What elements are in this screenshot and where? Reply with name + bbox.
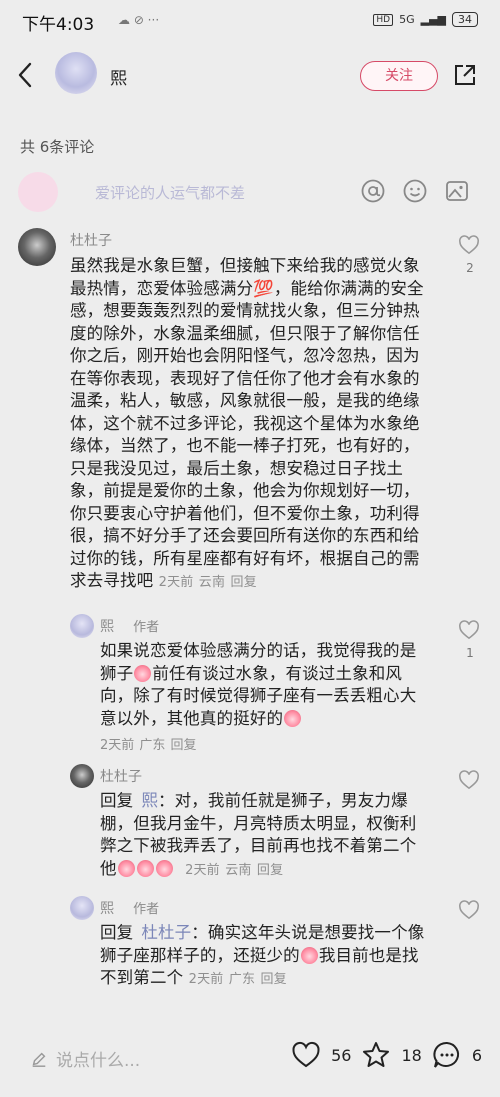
reply-like[interactable] <box>458 900 482 924</box>
mention-link[interactable]: 熙 <box>141 791 158 810</box>
comment-count: 共 6条评论 <box>20 138 95 156</box>
reply-username[interactable]: 熙 <box>100 619 114 635</box>
status-indicators: HD 5G ▂▄▆ 34 <box>373 12 478 27</box>
hd-icon: HD <box>373 13 394 26</box>
mention-link[interactable]: 杜杜子 <box>141 923 191 942</box>
my-avatar <box>18 172 58 212</box>
reply-header: 熙 作者 <box>100 898 159 918</box>
input-actions <box>360 178 470 204</box>
follow-button[interactable]: 关注 <box>360 61 438 91</box>
cry-laugh-emoji-icon <box>134 664 152 682</box>
author-tag: 作者 <box>133 902 160 917</box>
comment-count-bottom: 6 <box>471 1045 482 1065</box>
status-notification-icons: ☁ ⊘ ··· <box>118 13 160 27</box>
reply-link[interactable]: 回复 <box>231 575 257 590</box>
bottom-comment-input[interactable]: 说点什么... <box>30 1046 140 1071</box>
image-icon[interactable] <box>444 178 470 204</box>
reply-meta: 2天前 广东 回复 <box>100 738 197 753</box>
like-count: 1 <box>466 646 474 660</box>
star-icon[interactable] <box>361 1040 391 1070</box>
comment-avatar[interactable] <box>18 228 56 266</box>
comment-bubble-icon[interactable] <box>432 1040 462 1070</box>
reply-like[interactable]: 1 <box>458 620 482 660</box>
comment-like[interactable]: 2 <box>458 235 482 275</box>
author-tag: 作者 <box>133 620 160 635</box>
reply-avatar[interactable] <box>70 614 94 638</box>
reply-header: 熙 作者 <box>100 616 159 636</box>
comment-input[interactable]: 爱评论的人运气都不差 <box>95 182 245 203</box>
reply-avatar[interactable] <box>70 764 94 788</box>
comment-time: 2天前 <box>158 575 194 590</box>
cry-laugh-emoji-icon <box>300 946 318 964</box>
reply-link[interactable]: 回复 <box>257 863 283 878</box>
cry-laugh-emoji-icon <box>117 859 135 877</box>
heart-icon[interactable] <box>458 770 480 790</box>
comment-text: 虽然我是水象巨蟹，但接触下来给我的感觉火象 最热情，恋爱体验感满分💯，能给你满满… <box>70 256 424 590</box>
status-time: 下午4:03 <box>22 15 95 35</box>
reply-avatar[interactable] <box>70 896 94 920</box>
reply-link[interactable]: 回复 <box>261 972 287 987</box>
comment-username[interactable]: 杜杜子 <box>70 230 112 250</box>
cry-laugh-emoji-icon <box>155 859 173 877</box>
cry-laugh-emoji-icon <box>284 709 302 727</box>
star-count: 18 <box>401 1045 422 1065</box>
bottom-stats: 56 18 6 <box>291 1040 482 1070</box>
header-username[interactable]: 熙 <box>110 64 127 89</box>
emoji-icon[interactable] <box>402 178 428 204</box>
heart-icon[interactable] <box>458 900 480 920</box>
reply-username[interactable]: 熙 <box>100 901 114 917</box>
battery-indicator: 34 <box>452 12 478 27</box>
reply-text: 回复 熙：对，我前任就是狮子，男友力爆 棚，但我月金牛，月亮特质太明显，权衡利 弊… <box>100 791 417 878</box>
reply-link[interactable]: 回复 <box>170 738 196 753</box>
mention-icon[interactable] <box>360 178 386 204</box>
like-heart-icon[interactable] <box>291 1040 321 1070</box>
share-icon[interactable] <box>453 63 477 87</box>
reply-text: 回复 杜杜子：确实这年头说是想要找一个像 狮子座那样子的，还挺少的 我目前也是找 不… <box>100 923 425 987</box>
back-icon[interactable] <box>16 60 36 90</box>
header-avatar[interactable] <box>55 52 97 94</box>
reply-like[interactable] <box>458 770 482 794</box>
reply-username[interactable]: 杜杜子 <box>100 766 142 786</box>
like-count: 2 <box>466 261 474 275</box>
heart-icon[interactable] <box>458 620 480 640</box>
comment-location: 云南 <box>198 575 226 590</box>
reply-text: 如果说恋爱体验感满分的话，我觉得我的是 狮子 前任有谈过水象，有谈过土象和风 向，… <box>100 641 417 728</box>
pencil-icon <box>32 1052 46 1067</box>
signal-label: 5G <box>399 13 415 26</box>
signal-icon: ▂▄▆ <box>420 13 446 26</box>
heart-icon[interactable] <box>458 235 480 255</box>
like-count: 56 <box>331 1045 352 1065</box>
cry-laugh-emoji-icon <box>136 859 154 877</box>
